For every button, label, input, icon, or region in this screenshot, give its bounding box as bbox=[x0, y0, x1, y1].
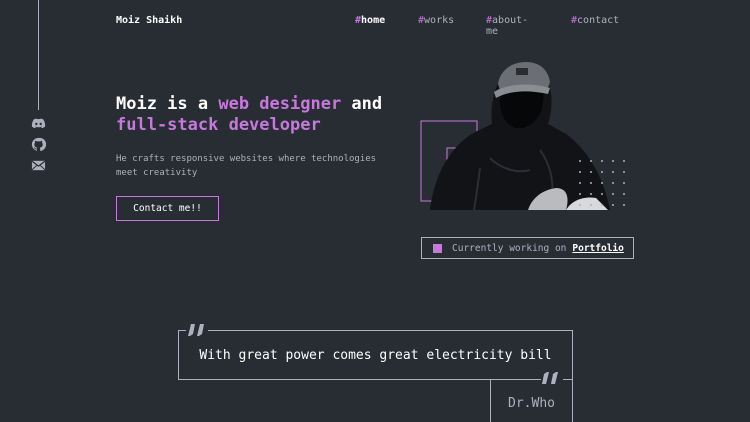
open-quote-icon bbox=[186, 320, 208, 338]
nav-about-me[interactable]: #about-me bbox=[486, 15, 528, 37]
headline-accent: web designer bbox=[218, 94, 342, 114]
github-icon[interactable] bbox=[31, 137, 47, 152]
hero-subtext: He crafts responsive websites where tech… bbox=[116, 154, 377, 178]
quote-author: Dr.Who bbox=[490, 379, 573, 422]
nav-label: works bbox=[424, 15, 455, 26]
site-logo[interactable]: Moiz Shaikh bbox=[116, 15, 182, 26]
headline-text: and bbox=[341, 94, 383, 114]
status-text: Currently working on bbox=[452, 242, 567, 254]
author-name: Dr.Who bbox=[508, 396, 555, 411]
current-work-status: Currently working on Portfolio bbox=[421, 237, 634, 259]
project-link[interactable]: Portfolio bbox=[572, 243, 623, 254]
nav-works[interactable]: #works bbox=[418, 15, 454, 26]
sidebar-line bbox=[38, 0, 39, 110]
discord-icon[interactable] bbox=[31, 116, 47, 131]
nav-label: home bbox=[361, 15, 386, 26]
quote-text: With great power comes great electricity… bbox=[199, 347, 552, 363]
social-links bbox=[31, 116, 47, 173]
nav-contact[interactable]: #contact bbox=[571, 15, 619, 26]
hero-headline: Moiz is a web designer and full-stack de… bbox=[116, 94, 416, 136]
status-square-icon bbox=[433, 243, 442, 253]
contact-me-button[interactable]: Contact me!! bbox=[116, 196, 219, 221]
hero-illustration bbox=[420, 58, 638, 211]
headline-text: Moiz is a bbox=[116, 94, 219, 114]
headline-accent: full-stack developer bbox=[116, 115, 321, 135]
quote-box: With great power comes great electricity… bbox=[178, 330, 573, 380]
nav-label: about-me bbox=[486, 15, 529, 37]
email-icon[interactable] bbox=[31, 158, 47, 173]
nav-home[interactable]: #home bbox=[355, 15, 385, 26]
nav-label: contact bbox=[577, 15, 620, 26]
